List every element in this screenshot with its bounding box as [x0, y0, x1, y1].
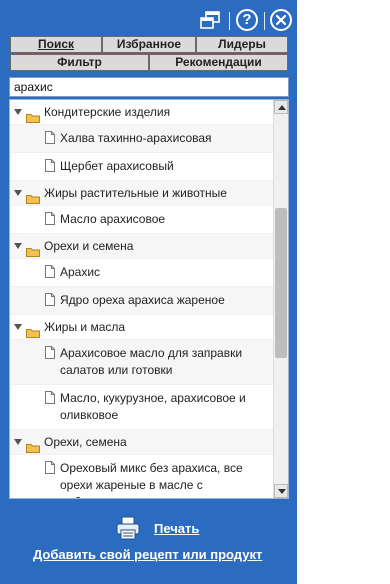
folder-icon	[26, 241, 40, 257]
tree-item[interactable]: Арахисовое масло для заправки салатов ил…	[10, 340, 274, 385]
document-icon	[45, 346, 55, 359]
folder-icon	[26, 437, 40, 453]
folder-icon	[26, 107, 40, 123]
item-label: Халва тахинно-арахисовая	[60, 131, 212, 145]
toolbar-divider	[264, 12, 265, 30]
toolbar-divider	[229, 12, 230, 30]
scroll-thumb[interactable]	[275, 208, 287, 358]
tree-item[interactable]: Масло арахисовое	[10, 206, 274, 234]
print-link[interactable]: Печать	[154, 521, 199, 536]
help-icon[interactable]: ?	[236, 9, 258, 31]
scroll-up-button[interactable]	[274, 100, 288, 114]
expand-arrow-icon[interactable]	[14, 324, 22, 330]
folder-icon	[26, 188, 40, 204]
tab-bar: Поиск Избранное Лидеры Фильтр Рекомендац…	[10, 36, 288, 72]
tree-item[interactable]: Арахис	[10, 259, 274, 287]
tree-category[interactable]: Жиры и масла	[10, 315, 274, 340]
tab-search[interactable]: Поиск	[10, 36, 102, 53]
item-label: Арахис	[60, 265, 101, 279]
expand-arrow-icon[interactable]	[14, 109, 22, 115]
side-panel: ? Поиск Избранное Лидеры Фильтр Рекоменд…	[0, 0, 297, 584]
tree-item[interactable]: Ядро ореха арахиса жареное	[10, 287, 274, 315]
category-label: Жиры растительные и животные	[44, 186, 227, 200]
tab-recommendations[interactable]: Рекомендации	[149, 54, 288, 71]
tree-category[interactable]: Жиры растительные и животные	[10, 181, 274, 206]
tree-item[interactable]: Халва тахинно-арахисовая	[10, 125, 274, 153]
scroll-down-button[interactable]	[274, 484, 288, 498]
expand-arrow-icon[interactable]	[14, 190, 22, 196]
document-icon	[45, 265, 55, 278]
category-label: Орехи, семена	[44, 435, 127, 449]
tab-favorites[interactable]: Избранное	[102, 36, 196, 53]
tree-list: Кондитерские изделия Халва тахинно-арахис…	[10, 100, 274, 498]
expand-arrow-icon[interactable]	[14, 243, 22, 249]
document-icon	[45, 461, 55, 474]
document-icon	[45, 391, 55, 404]
document-icon	[45, 293, 55, 306]
panel-toolbar: ?	[0, 6, 297, 34]
tree-item[interactable]: Ореховый микс без арахиса, все орехи жар…	[10, 455, 274, 498]
tree-item[interactable]: Щербет арахисовый	[10, 153, 274, 181]
item-label: Щербет арахисовый	[60, 159, 174, 173]
item-label: Ядро ореха арахиса жареное	[60, 293, 225, 307]
restore-window-icon[interactable]	[199, 9, 221, 31]
printer-icon[interactable]	[114, 515, 142, 541]
category-label: Жиры и масла	[44, 320, 126, 334]
vertical-scrollbar[interactable]	[273, 100, 288, 498]
item-label: Ореховый микс без арахиса, все орехи жар…	[60, 461, 243, 498]
tree-category[interactable]: Орехи и семена	[10, 234, 274, 259]
document-icon	[45, 131, 55, 144]
tab-filter[interactable]: Фильтр	[10, 54, 149, 71]
item-label: Масло арахисовое	[60, 212, 166, 226]
document-icon	[45, 212, 55, 225]
tree-item[interactable]: Масло, кукурузное, арахисовое и оливково…	[10, 385, 274, 430]
category-label: Кондитерские изделия	[44, 105, 171, 119]
document-icon	[45, 159, 55, 172]
expand-arrow-icon[interactable]	[14, 439, 22, 445]
tree-category[interactable]: Орехи, семена	[10, 430, 274, 455]
folder-icon	[26, 322, 40, 338]
add-recipe-link[interactable]: Добавить свой рецепт или продукт	[33, 547, 262, 562]
item-label: Масло, кукурузное, арахисовое и оливково…	[60, 391, 246, 422]
close-icon[interactable]	[270, 9, 292, 31]
item-label: Арахисовое масло для заправки салатов ил…	[60, 346, 243, 377]
tab-leaders[interactable]: Лидеры	[196, 36, 288, 53]
results-tree: Кондитерские изделия Халва тахинно-арахис…	[9, 99, 289, 499]
category-label: Орехи и семена	[44, 239, 134, 253]
search-input[interactable]	[9, 77, 289, 97]
tree-category[interactable]: Кондитерские изделия	[10, 100, 274, 125]
